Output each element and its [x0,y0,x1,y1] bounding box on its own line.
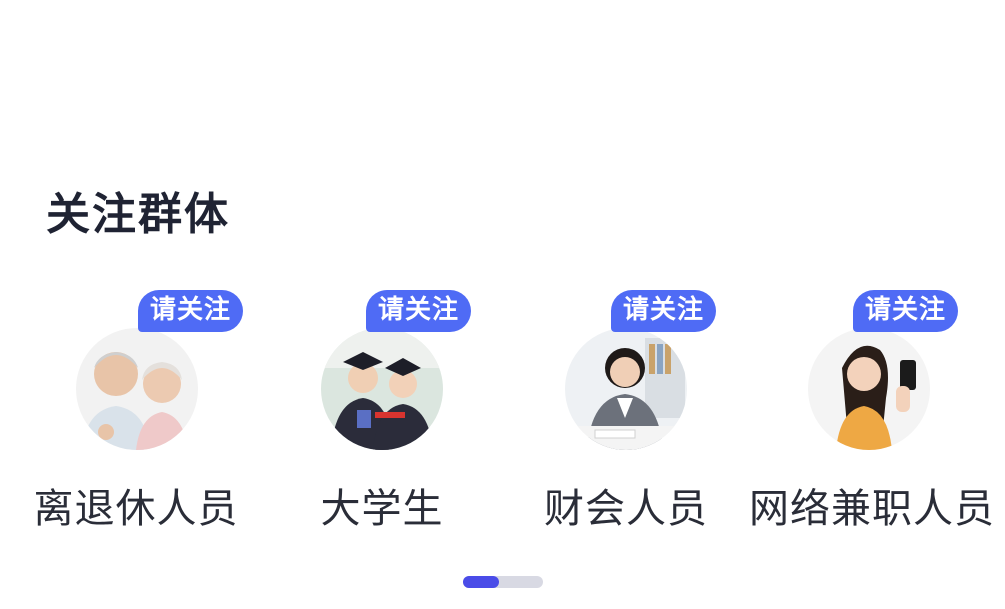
group-name: 大学生 [320,486,444,532]
page-indicator-active [463,576,499,588]
group-name: 网络兼职人员 [749,486,995,532]
group-name: 离退休人员 [33,486,239,532]
focus-groups-list: 请关注 离退休人员 请关注 大学生 请关注 财会人员 请关注 网络兼职人员 [0,280,1005,540]
group-card-retirees[interactable]: 请关注 离退休人员 [16,280,256,540]
online-parttime-photo [808,328,930,450]
group-card-graduates[interactable]: 请关注 大学生 [262,280,502,540]
graduates-photo [321,328,443,450]
follow-badge[interactable]: 请关注 [853,290,959,332]
retirees-photo [76,328,198,450]
section-title: 关注群体 [46,189,230,240]
follow-badge[interactable]: 请关注 [611,290,717,332]
follow-badge[interactable]: 请关注 [138,290,244,332]
group-card-online-parttime[interactable]: 请关注 网络兼职人员 [749,280,995,540]
follow-badge[interactable]: 请关注 [366,290,472,332]
group-name: 财会人员 [544,486,708,532]
page-indicator[interactable] [463,576,543,588]
group-card-accountants[interactable]: 请关注 财会人员 [506,280,746,540]
accountant-photo [565,328,687,450]
